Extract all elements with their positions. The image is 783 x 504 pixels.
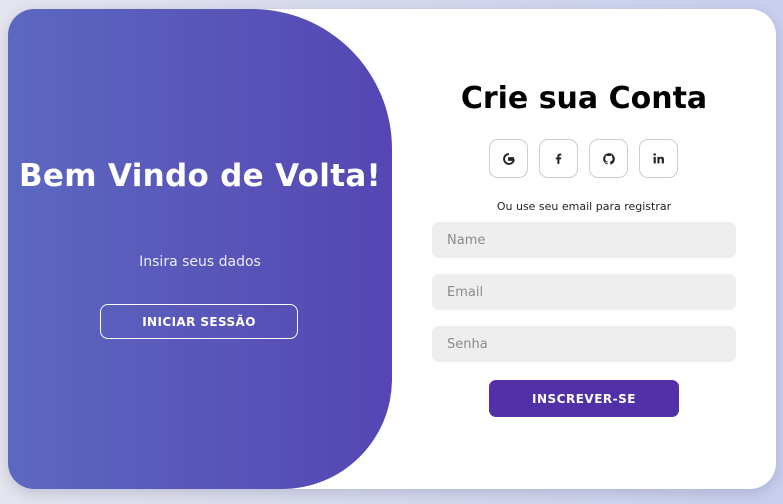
facebook-icon — [552, 152, 565, 165]
signup-hint: Ou use seu email para registrar — [496, 200, 672, 213]
github-button[interactable] — [589, 139, 628, 178]
welcome-panel: Bem Vindo de Volta! Insira seus dados IN… — [8, 9, 392, 489]
signin-button[interactable]: INICIAR SESSÃO — [100, 304, 298, 339]
name-field[interactable] — [432, 222, 736, 258]
signup-button[interactable]: INSCREVER-SE — [489, 380, 679, 417]
signup-title: Crie sua Conta — [460, 81, 708, 116]
welcome-title: Bem Vindo de Volta! — [19, 158, 381, 194]
google-button[interactable] — [489, 139, 528, 178]
password-field[interactable] — [432, 326, 736, 362]
social-buttons — [489, 139, 681, 178]
github-icon — [602, 152, 616, 166]
google-icon — [502, 152, 516, 166]
welcome-subtitle: Insira seus dados — [139, 254, 261, 270]
auth-card: Bem Vindo de Volta! Insira seus dados IN… — [8, 9, 776, 489]
linkedin-button[interactable] — [639, 139, 678, 178]
facebook-button[interactable] — [539, 139, 578, 178]
linkedin-icon — [652, 152, 665, 165]
email-field[interactable] — [432, 274, 736, 310]
signup-form: Crie sua Conta Ou use seu email para reg… — [392, 9, 776, 489]
